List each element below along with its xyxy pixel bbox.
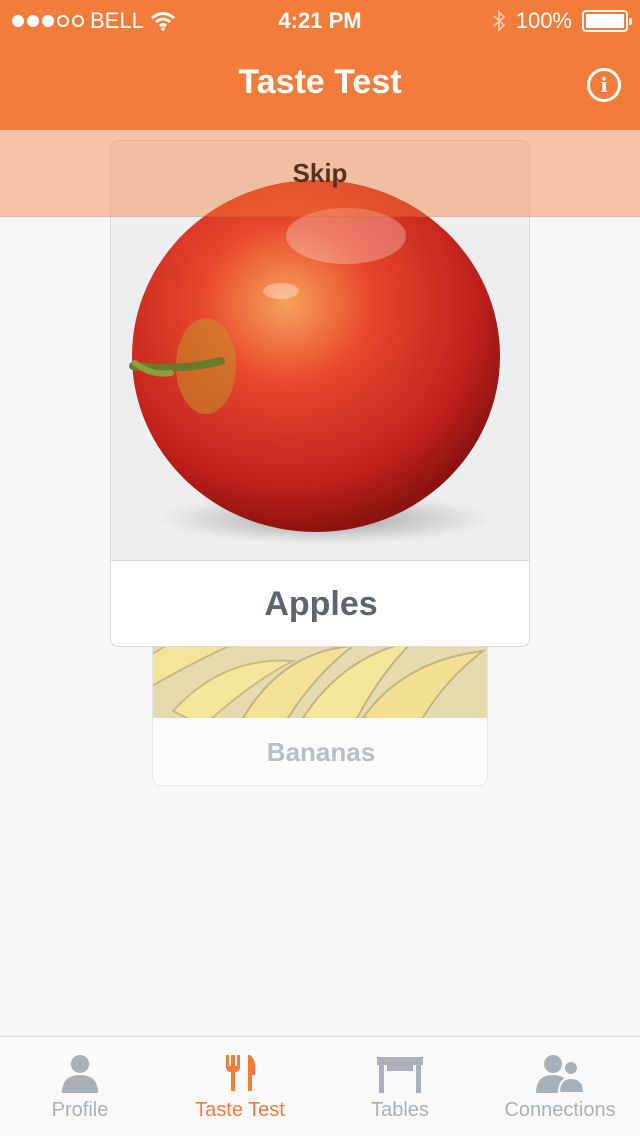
tab-tables[interactable]: Tables xyxy=(320,1037,480,1136)
nav-header: BELL 4:21 PM 100% Taste Test i xyxy=(0,0,640,130)
card-label-bananas: Bananas xyxy=(266,737,376,767)
status-bar: BELL 4:21 PM 100% xyxy=(0,0,640,40)
status-right: 100% xyxy=(492,8,632,34)
info-icon[interactable]: i xyxy=(587,68,621,102)
skip-button[interactable]: Skip xyxy=(0,158,640,189)
tab-label: Tables xyxy=(371,1099,429,1121)
tab-taste-test[interactable]: Taste Test xyxy=(160,1037,320,1136)
profile-icon xyxy=(62,1055,98,1093)
tab-label: Profile xyxy=(51,1099,109,1121)
bluetooth-icon xyxy=(493,10,506,32)
page-title: Taste Test xyxy=(238,63,402,101)
tab-bar: Profile Taste Test Tables Connections xyxy=(0,1036,640,1136)
card-label-apples: Apples xyxy=(111,560,529,646)
tab-profile[interactable]: Profile xyxy=(0,1037,160,1136)
battery-icon xyxy=(582,10,632,32)
fork-knife-icon xyxy=(226,1055,256,1091)
tab-connections[interactable]: Connections xyxy=(480,1037,640,1136)
tab-label: Connections xyxy=(504,1099,616,1121)
battery-percent: 100% xyxy=(515,8,572,33)
table-icon xyxy=(377,1057,423,1093)
tab-label: Taste Test xyxy=(195,1099,285,1121)
connections-icon xyxy=(536,1055,585,1093)
